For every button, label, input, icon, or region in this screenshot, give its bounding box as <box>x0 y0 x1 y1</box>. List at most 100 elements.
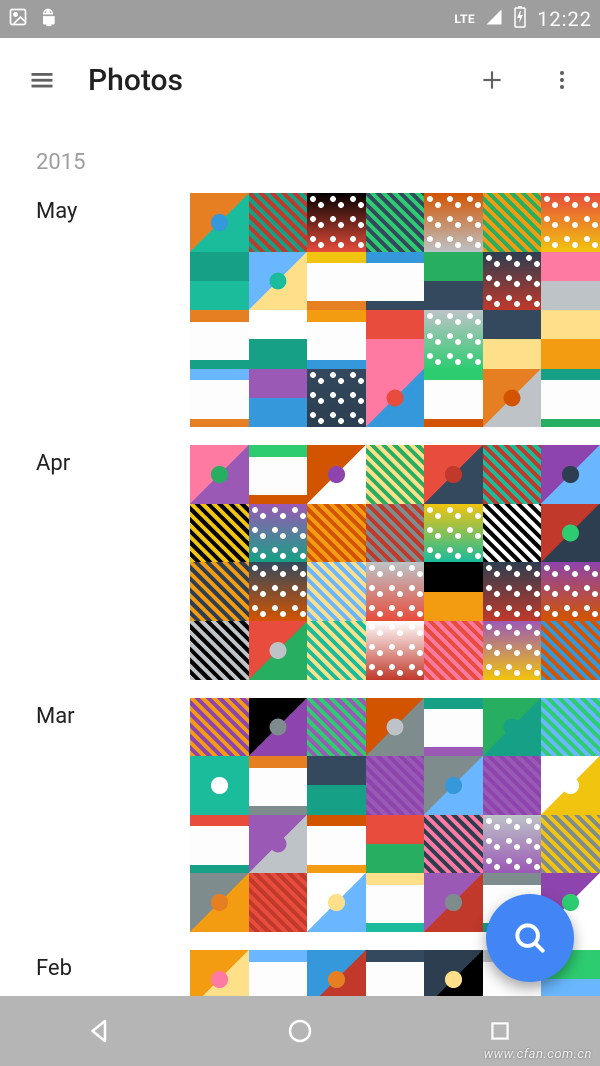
photo-thumbnail[interactable] <box>249 815 308 874</box>
photo-thumbnail[interactable] <box>424 621 483 680</box>
add-button[interactable] <box>468 56 516 104</box>
navigation-bar: www.cfan.com.cn <box>0 996 600 1066</box>
photo-thumbnail[interactable] <box>249 504 308 563</box>
photo-thumbnail[interactable] <box>541 504 600 563</box>
photo-thumbnail[interactable] <box>190 445 249 504</box>
photo-thumbnail[interactable] <box>307 193 366 252</box>
photo-thumbnail[interactable] <box>249 621 308 680</box>
photo-thumbnail[interactable] <box>424 873 483 932</box>
photo-thumbnail[interactable] <box>249 756 308 815</box>
photo-thumbnail[interactable] <box>366 621 425 680</box>
photo-thumbnail[interactable] <box>366 562 425 621</box>
overflow-menu-button[interactable] <box>538 56 586 104</box>
photo-thumbnail[interactable] <box>541 310 600 369</box>
photo-thumbnail[interactable] <box>190 950 249 996</box>
photo-thumbnail[interactable] <box>483 504 542 563</box>
photo-thumbnail[interactable] <box>424 504 483 563</box>
photo-thumbnail[interactable] <box>483 252 542 311</box>
photo-thumbnail[interactable] <box>424 310 483 369</box>
photo-thumbnail[interactable] <box>307 756 366 815</box>
photo-thumbnail[interactable] <box>366 310 425 369</box>
photo-thumbnail[interactable] <box>249 252 308 311</box>
photo-thumbnail[interactable] <box>366 698 425 757</box>
photo-thumbnail[interactable] <box>366 252 425 311</box>
photo-thumbnail[interactable] <box>483 815 542 874</box>
photo-thumbnail[interactable] <box>366 193 425 252</box>
photo-thumbnail[interactable] <box>541 698 600 757</box>
photo-thumbnail[interactable] <box>190 504 249 563</box>
photo-thumbnail[interactable] <box>307 815 366 874</box>
photo-thumbnail[interactable] <box>249 193 308 252</box>
photo-thumbnail[interactable] <box>424 369 483 428</box>
photo-thumbnail[interactable] <box>424 950 483 996</box>
photo-thumbnail[interactable] <box>190 873 249 932</box>
photo-thumbnail[interactable] <box>541 756 600 815</box>
photo-thumbnail[interactable] <box>483 698 542 757</box>
photo-thumbnail[interactable] <box>424 445 483 504</box>
photo-thumbnail[interactable] <box>424 193 483 252</box>
photo-thumbnail[interactable] <box>307 252 366 311</box>
photo-thumbnail[interactable] <box>424 756 483 815</box>
photo-thumbnail[interactable] <box>307 950 366 996</box>
photo-thumbnail[interactable] <box>366 815 425 874</box>
photo-thumbnail[interactable] <box>483 193 542 252</box>
photo-thumbnail[interactable] <box>190 369 249 428</box>
month-section-apr: Apr <box>0 445 600 679</box>
photo-thumbnail[interactable] <box>307 621 366 680</box>
photo-thumbnail[interactable] <box>483 756 542 815</box>
photo-thumbnail[interactable] <box>249 445 308 504</box>
photo-thumbnail[interactable] <box>249 562 308 621</box>
photo-thumbnail[interactable] <box>541 815 600 874</box>
photo-thumbnail[interactable] <box>483 369 542 428</box>
photo-thumbnail[interactable] <box>541 369 600 428</box>
signal-icon <box>485 8 503 31</box>
photo-thumbnail[interactable] <box>424 252 483 311</box>
month-label: May <box>0 193 190 224</box>
photo-thumbnail[interactable] <box>307 873 366 932</box>
photo-thumbnail[interactable] <box>249 873 308 932</box>
photo-thumbnail[interactable] <box>249 369 308 428</box>
photo-thumbnail[interactable] <box>541 252 600 311</box>
photo-thumbnail[interactable] <box>190 562 249 621</box>
photo-thumbnail[interactable] <box>366 504 425 563</box>
photo-thumbnail[interactable] <box>541 445 600 504</box>
photo-thumbnail[interactable] <box>190 698 249 757</box>
photo-thumbnail[interactable] <box>307 445 366 504</box>
photo-thumbnail[interactable] <box>249 950 308 996</box>
photo-thumbnail[interactable] <box>366 950 425 996</box>
photo-thumbnail[interactable] <box>483 445 542 504</box>
network-label: LTE <box>454 12 475 26</box>
photo-thumbnail[interactable] <box>190 621 249 680</box>
photo-thumbnail[interactable] <box>541 562 600 621</box>
nav-back-button[interactable] <box>76 1007 124 1055</box>
photo-thumbnail[interactable] <box>483 310 542 369</box>
photo-thumbnail[interactable] <box>483 621 542 680</box>
photo-thumbnail[interactable] <box>424 815 483 874</box>
photo-thumbnail[interactable] <box>424 698 483 757</box>
photo-thumbnail[interactable] <box>541 193 600 252</box>
photo-thumbnail[interactable] <box>483 562 542 621</box>
photo-thumbnail[interactable] <box>190 193 249 252</box>
photo-thumbnail[interactable] <box>366 445 425 504</box>
photo-thumbnail[interactable] <box>307 562 366 621</box>
photo-timeline[interactable]: 2015 May Apr Mar Feb <box>0 122 600 996</box>
menu-icon[interactable] <box>18 56 66 104</box>
photo-thumbnail[interactable] <box>366 873 425 932</box>
photo-thumbnail[interactable] <box>424 562 483 621</box>
photo-thumbnail[interactable] <box>190 252 249 311</box>
photo-thumbnail[interactable] <box>307 369 366 428</box>
photo-thumbnail[interactable] <box>190 815 249 874</box>
photo-thumbnail[interactable] <box>190 310 249 369</box>
photo-thumbnail[interactable] <box>249 698 308 757</box>
picture-icon <box>8 7 28 32</box>
photo-thumbnail[interactable] <box>307 504 366 563</box>
photo-thumbnail[interactable] <box>249 310 308 369</box>
search-fab[interactable] <box>486 894 574 982</box>
photo-thumbnail[interactable] <box>190 756 249 815</box>
photo-thumbnail[interactable] <box>366 369 425 428</box>
photo-thumbnail[interactable] <box>366 756 425 815</box>
nav-home-button[interactable] <box>276 1007 324 1055</box>
photo-thumbnail[interactable] <box>307 698 366 757</box>
photo-thumbnail[interactable] <box>307 310 366 369</box>
photo-thumbnail[interactable] <box>541 621 600 680</box>
